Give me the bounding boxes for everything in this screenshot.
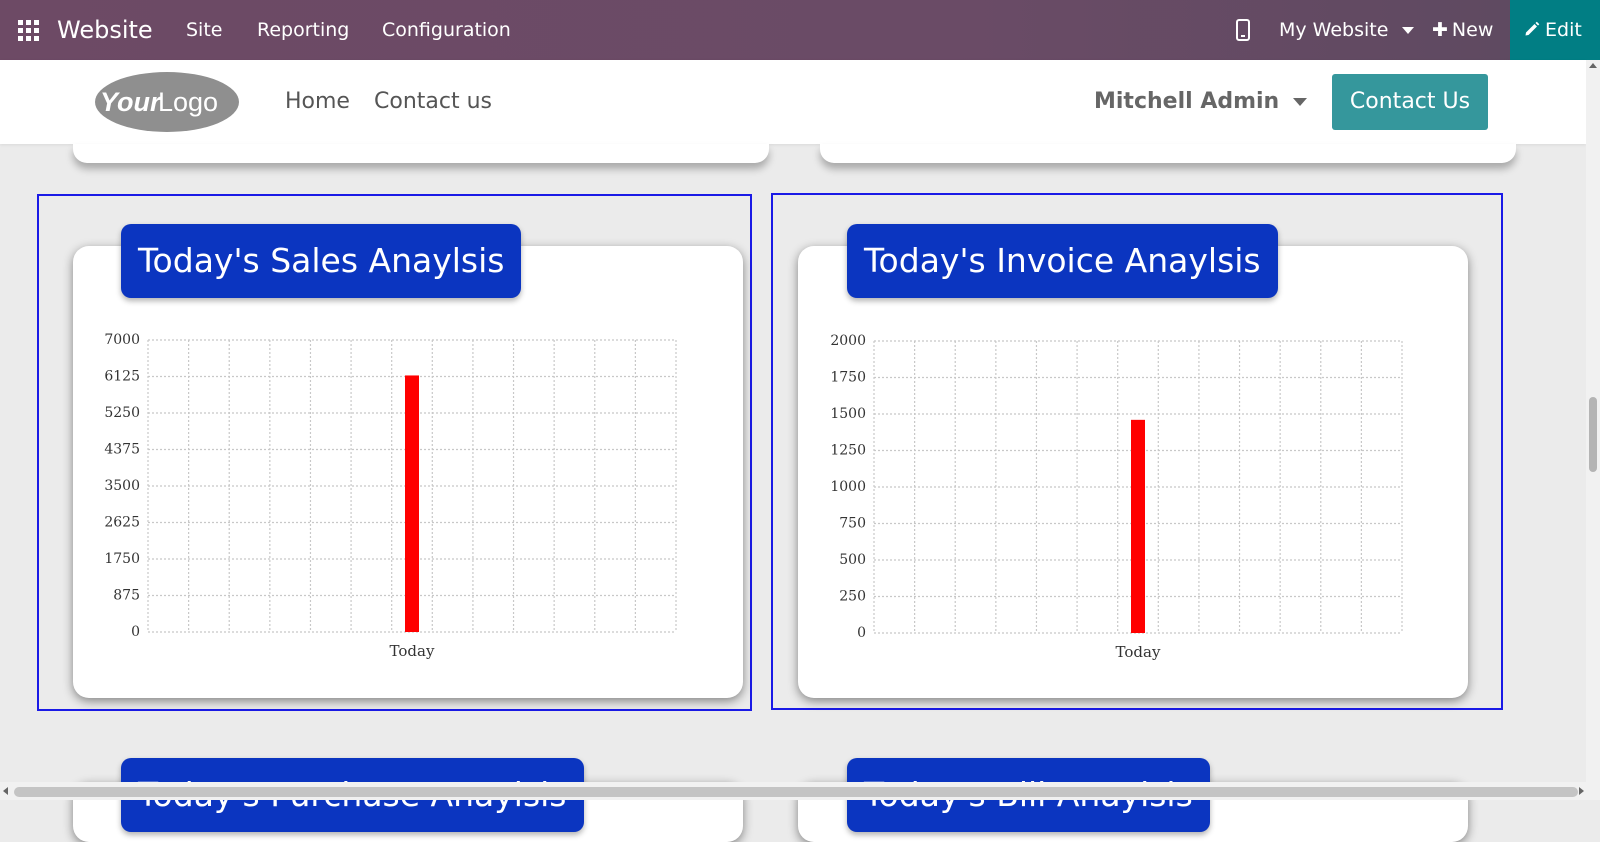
odoo-top-navbar: Website Site Reporting Configuration My … [0, 0, 1600, 60]
website-selector[interactable]: My Website [1279, 0, 1415, 60]
vertical-scrollbar[interactable] [1586, 60, 1600, 782]
nav-contact-us[interactable]: Contact us [374, 60, 492, 144]
y-tick-label: 6125 [104, 369, 140, 385]
apps-menu-icon[interactable] [18, 20, 39, 41]
y-tick-label: 0 [857, 625, 866, 641]
company-logo[interactable]: Your Logo [94, 71, 240, 133]
nav-home[interactable]: Home [285, 60, 350, 144]
new-button[interactable]: ✚ New [1432, 0, 1493, 60]
website-header: Your Logo Home Contact us Mitchell Admin… [0, 60, 1586, 144]
y-tick-label: 875 [113, 588, 140, 604]
scroll-right-arrow-icon[interactable] [1579, 787, 1584, 795]
scroll-left-arrow-icon[interactable] [3, 787, 8, 795]
x-category-label: Today [1116, 643, 1161, 661]
invoice-analysis-title: Today's Invoice Anaylsis [847, 224, 1278, 298]
edit-button-label: Edit [1545, 19, 1582, 41]
x-category-label: Today [390, 642, 435, 660]
vertical-scroll-thumb[interactable] [1589, 397, 1597, 472]
pencil-icon [1525, 21, 1540, 36]
y-tick-label: 1250 [830, 443, 866, 459]
chevron-down-icon [1293, 98, 1308, 106]
horizontal-scrollbar[interactable] [0, 782, 1600, 800]
sales-bar-chart: 0 875 1750 2625 3500 4375 5250 6125 7000 Today [104, 332, 677, 660]
bar-today [1131, 419, 1145, 633]
y-tick-label: 1750 [830, 370, 866, 386]
y-tick-label: 750 [839, 516, 866, 532]
scroll-up-arrow-icon[interactable] [1589, 63, 1597, 68]
menu-configuration[interactable]: Configuration [382, 0, 511, 60]
menu-site[interactable]: Site [186, 0, 222, 60]
bar-today [405, 375, 419, 632]
y-tick-label: 1750 [104, 551, 140, 567]
y-tick-label: 500 [839, 552, 866, 568]
previous-card-right [820, 144, 1516, 163]
y-tick-label: 7000 [104, 332, 140, 348]
logo-text-bold: Your [100, 87, 162, 117]
invoice-bar-chart: 0 250 500 750 1000 1250 1500 1750 2000 Today [830, 333, 1403, 661]
contact-us-button[interactable]: Contact Us [1332, 74, 1488, 130]
sales-analysis-title: Today's Sales Anaylsis [121, 224, 522, 298]
y-tick-label: 3500 [104, 478, 140, 494]
mobile-preview-icon[interactable] [1236, 19, 1250, 41]
menu-reporting[interactable]: Reporting [257, 0, 349, 60]
y-tick-label: 1500 [830, 406, 866, 422]
y-tick-label: 0 [131, 624, 140, 640]
y-tick-label: 2000 [830, 333, 866, 349]
user-menu[interactable]: Mitchell Admin [1094, 60, 1308, 144]
logo-text-light: Logo [158, 87, 218, 117]
y-tick-label: 5250 [104, 405, 140, 421]
horizontal-scroll-thumb[interactable] [14, 787, 1578, 797]
y-tick-label: 250 [839, 589, 866, 605]
chevron-down-icon [1402, 27, 1415, 34]
previous-card-left [73, 144, 769, 163]
user-name: Mitchell Admin [1094, 89, 1280, 114]
edit-button[interactable]: Edit [1510, 0, 1600, 60]
y-tick-label: 2625 [104, 515, 140, 531]
y-tick-label: 1000 [830, 479, 866, 495]
y-tick-label: 4375 [104, 442, 140, 458]
app-name[interactable]: Website [57, 0, 153, 60]
website-selector-label: My Website [1279, 19, 1389, 41]
plus-icon: ✚ [1432, 19, 1448, 41]
new-button-label: New [1451, 19, 1494, 41]
